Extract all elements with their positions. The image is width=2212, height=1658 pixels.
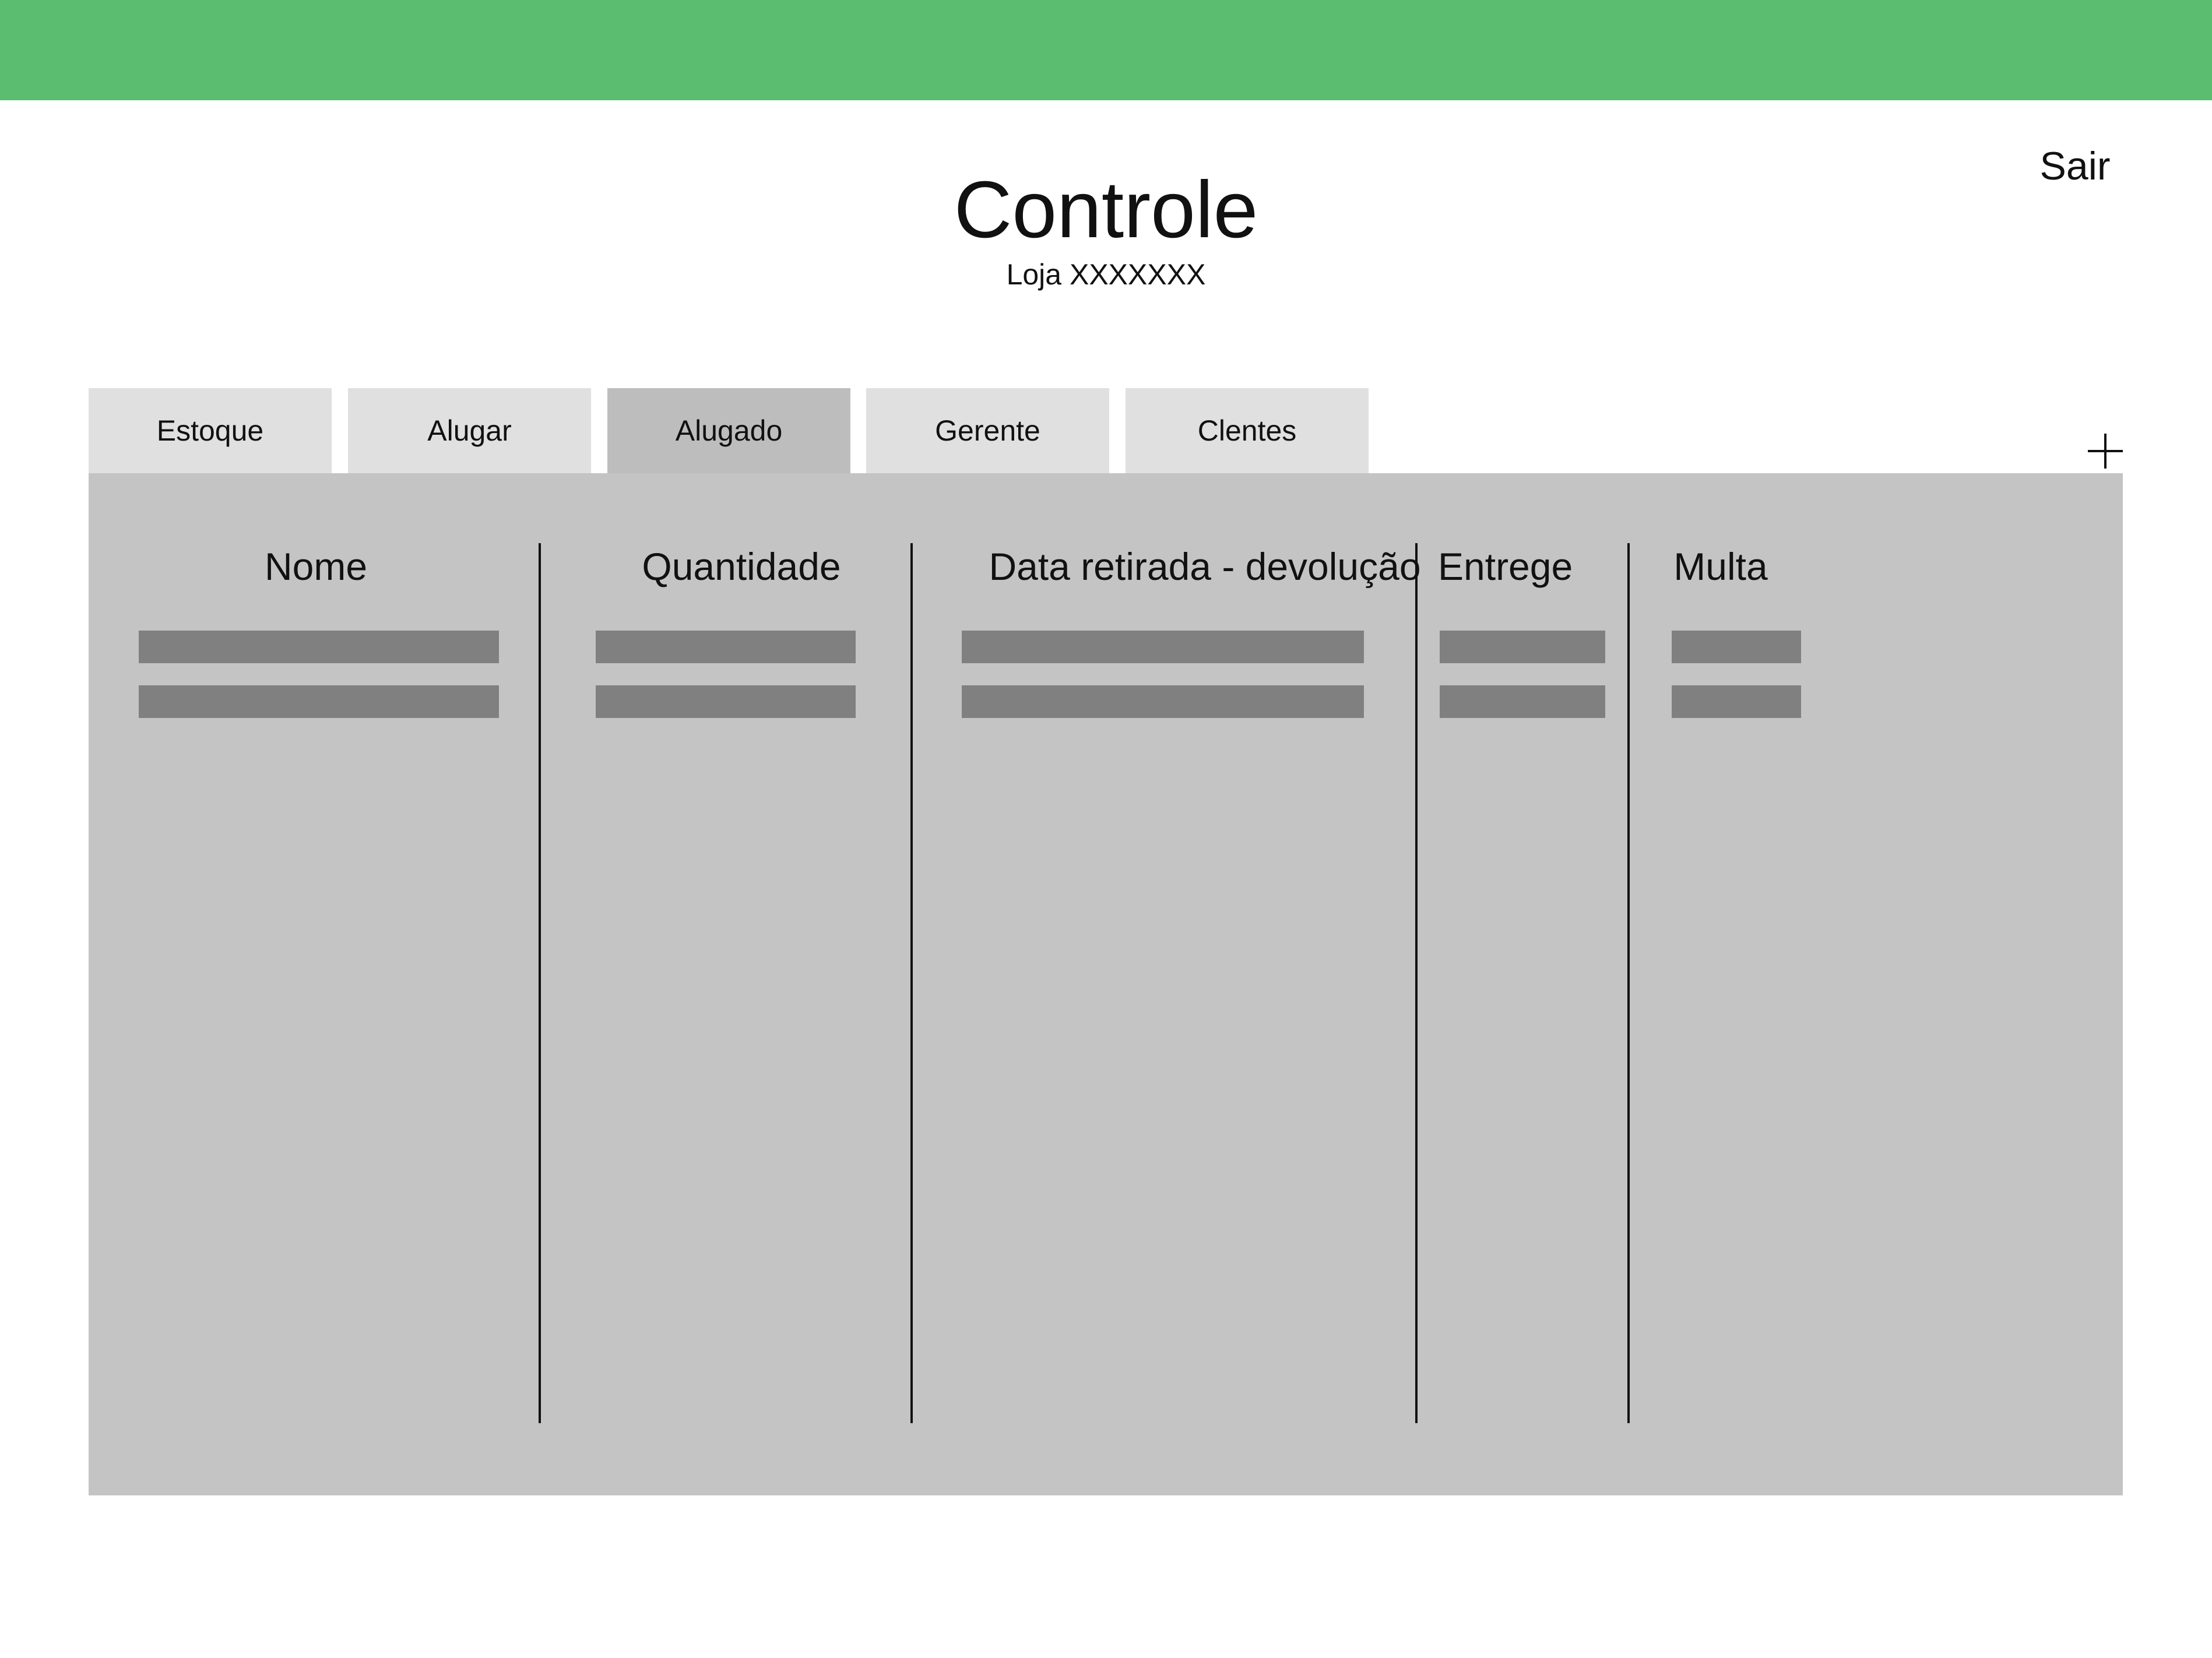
column-divider [1627, 543, 1630, 1423]
page-title: Controle [954, 165, 1258, 255]
table-row-1-data-placeholder[interactable] [962, 631, 1364, 663]
table-row-1-entrege-placeholder[interactable] [1440, 631, 1605, 663]
column-header-nome: Nome [264, 545, 368, 588]
store-subtitle: Loja XXXXXXX [1006, 258, 1206, 291]
column-divider [539, 543, 541, 1423]
tab-estoque[interactable]: Estoque [89, 388, 332, 473]
tab-clentes[interactable]: Clentes [1126, 388, 1369, 473]
table-row-1-nome-placeholder[interactable] [139, 631, 499, 663]
rented-items-table: Nome Quantidade Data retirada - devoluçã… [89, 473, 2123, 1495]
table-row-2-nome-placeholder[interactable] [139, 685, 499, 718]
column-header-entrege: Entrege [1438, 545, 1573, 588]
table-row-2-data-placeholder[interactable] [962, 685, 1364, 718]
table-row-2-quantidade-placeholder[interactable] [596, 685, 856, 718]
add-plus-icon[interactable] [2087, 432, 2124, 470]
table-row-1-quantidade-placeholder[interactable] [596, 631, 856, 663]
tab-alugado[interactable]: Alugado [607, 388, 850, 473]
column-header-quantidade: Quantidade [642, 545, 841, 588]
column-header-data-retirada-devolucao: Data retirada - devolução [989, 545, 1421, 588]
column-divider [1415, 543, 1418, 1423]
tab-gerente[interactable]: Gerente [866, 388, 1109, 473]
table-row-1-multa-placeholder[interactable] [1672, 631, 1801, 663]
tab-alugar[interactable]: Alugar [348, 388, 591, 473]
tab-bar: Estoque Alugar Alugado Gerente Clentes [89, 388, 1371, 473]
table-row-2-entrege-placeholder[interactable] [1440, 685, 1605, 718]
logout-link[interactable]: Sair [2005, 140, 2145, 192]
table-row-2-multa-placeholder[interactable] [1672, 685, 1801, 718]
top-bar [0, 0, 2212, 100]
column-header-multa: Multa [1673, 545, 1768, 588]
column-divider [910, 543, 913, 1423]
